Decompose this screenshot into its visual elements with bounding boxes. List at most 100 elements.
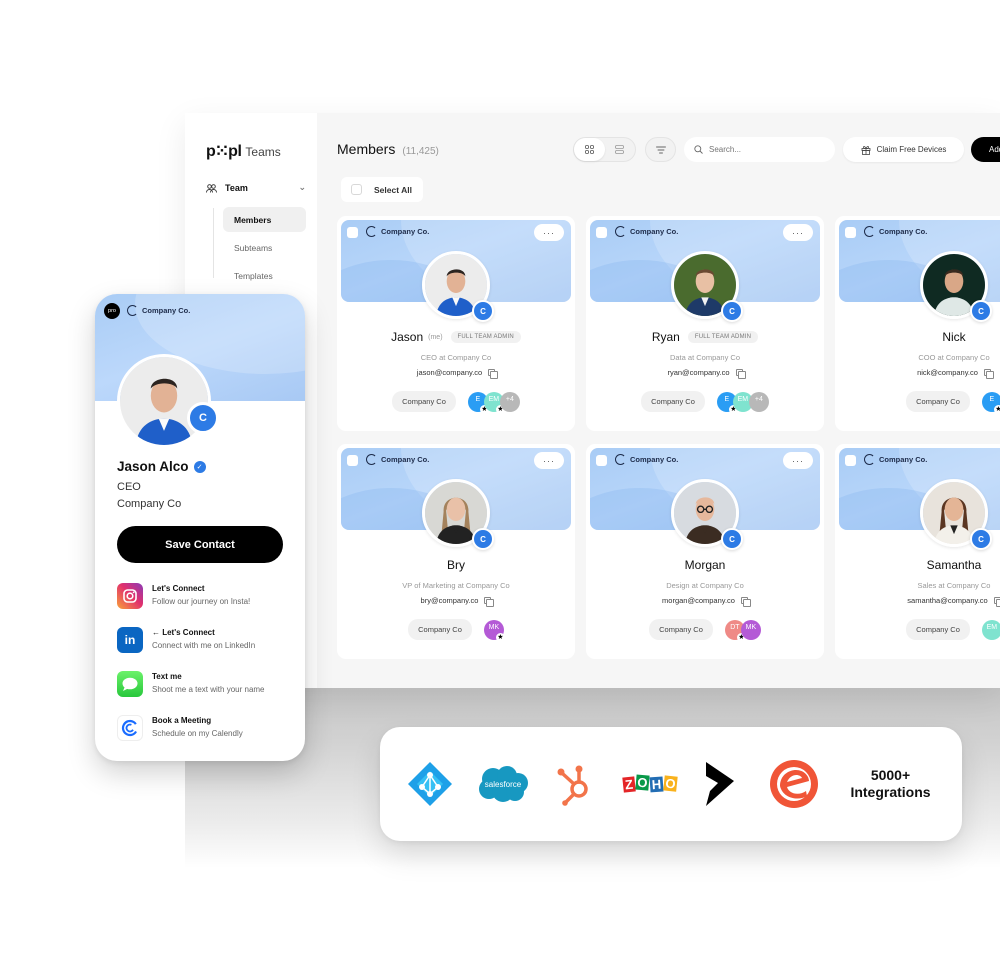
link-subtitle: Schedule on my Calendly — [152, 729, 243, 738]
team-avatar[interactable]: +4 — [499, 391, 520, 412]
member-card[interactable]: Company Co. ··· C Jason (me) FULL TEAM A… — [337, 216, 575, 431]
company-pill[interactable]: Company Co — [906, 619, 970, 640]
team-avatar-initials: EM — [986, 623, 998, 631]
link-title: Text me — [152, 672, 182, 681]
chevron-down-icon[interactable]: ⌄ — [298, 182, 306, 193]
team-avatar[interactable]: MK — [740, 619, 761, 640]
company-name: Company Co. — [381, 227, 430, 236]
copy-icon[interactable] — [488, 369, 499, 379]
team-avatar-initials: E — [475, 395, 481, 403]
copy-icon[interactable] — [983, 369, 994, 379]
team-avatar[interactable]: MK ★ — [483, 619, 505, 642]
member-email: jason@company.co — [416, 368, 483, 377]
company-logo-icon — [864, 226, 875, 237]
me-label: (me) — [428, 333, 443, 341]
sidebar-item-members[interactable]: Members — [223, 207, 306, 232]
azure-ad-icon — [406, 757, 454, 811]
sidebar-item-team[interactable]: Team ⌄ — [206, 182, 306, 193]
member-email: samantha@company.co — [907, 596, 988, 605]
company-badge-icon: C — [472, 300, 494, 322]
search-input[interactable] — [709, 145, 819, 154]
member-select-checkbox[interactable] — [596, 455, 607, 466]
sidebar-item-subteams[interactable]: Subteams — [223, 235, 306, 260]
link-subtitle: Follow our journey on Insta! — [152, 597, 251, 606]
member-title: CEO at Company Co — [420, 353, 492, 362]
select-all-label: Select All — [374, 184, 412, 195]
member-select-checkbox[interactable] — [845, 227, 856, 238]
claim-free-devices-button[interactable]: Claim Free Devices — [843, 137, 964, 162]
link-text-message[interactable]: Text me Shoot me a text with your name — [117, 671, 292, 701]
filter-icon — [655, 146, 666, 153]
svg-text:H: H — [651, 777, 661, 793]
team-avatar-initials: MK — [488, 623, 500, 631]
add-member-button[interactable]: Add — [971, 137, 1000, 162]
company-pill[interactable]: Company Co — [641, 391, 705, 412]
member-footer: Company Co EM — [835, 619, 1000, 640]
member-title: VP of Marketing at Company Co — [402, 581, 510, 590]
copy-icon[interactable] — [993, 597, 1000, 607]
company-pill[interactable]: Company Co — [408, 619, 472, 640]
member-card[interactable]: Company Co. C Samantha Sales at Company … — [835, 444, 1000, 659]
zoho-icon: Z O H O — [622, 757, 678, 811]
linkedin-icon: in — [117, 627, 143, 653]
company-tag: Company Co. — [366, 226, 429, 237]
link-title: Book a Meeting — [152, 716, 212, 725]
member-name-row: Nick — [835, 330, 1000, 344]
integrations-count: 5000+ Integrations — [843, 767, 938, 801]
company-name: Company Co. — [630, 455, 679, 464]
save-contact-button[interactable]: Save Contact — [117, 526, 283, 563]
member-select-checkbox[interactable] — [596, 227, 607, 238]
integrations-card: salesforce Z O H O 5000+ Integrations — [380, 727, 962, 841]
select-all-button[interactable]: Select All — [341, 177, 423, 202]
team-avatar-initials: MK — [745, 623, 757, 631]
company-tag: Company Co. — [615, 454, 678, 465]
team-avatar-initials: DT — [730, 623, 740, 631]
eventbrite-icon — [768, 757, 820, 811]
more-options-button[interactable]: ··· — [534, 224, 564, 241]
profile-photo — [117, 354, 211, 448]
member-card[interactable]: Company Co. ··· C Ryan FULL TEAM ADMIN D… — [586, 216, 824, 431]
pro-badge: pro — [104, 303, 120, 319]
member-select-checkbox[interactable] — [347, 227, 358, 238]
member-select-checkbox[interactable] — [347, 455, 358, 466]
company-logo-icon — [366, 454, 377, 465]
member-select-checkbox[interactable] — [845, 455, 856, 466]
select-all-checkbox[interactable] — [351, 184, 362, 195]
company-tag: Company Co. — [615, 226, 678, 237]
more-options-button[interactable]: ··· — [534, 452, 564, 469]
svg-text:salesforce: salesforce — [485, 780, 522, 789]
sidebar-item-templates[interactable]: Templates — [223, 263, 306, 288]
team-avatar[interactable]: +4 — [748, 391, 769, 412]
copy-icon[interactable] — [735, 369, 746, 379]
grid-view-button[interactable] — [574, 138, 605, 161]
team-avatar[interactable]: E ★ — [981, 391, 1000, 414]
copy-icon[interactable] — [740, 597, 751, 607]
link-linkedin[interactable]: in ← Let's Connect Connect with me on Li… — [117, 627, 292, 657]
link-title: ← Let's Connect — [152, 628, 215, 637]
more-options-button[interactable]: ··· — [783, 452, 813, 469]
link-subtitle: Connect with me on LinkedIn — [152, 641, 256, 650]
team-avatar[interactable]: EM — [981, 619, 1000, 640]
member-card[interactable]: Company Co. ··· C Bry VP of Marketing at… — [337, 444, 575, 659]
search-box — [684, 137, 835, 162]
company-pill[interactable]: Company Co — [649, 619, 713, 640]
list-icon — [615, 145, 625, 154]
member-name-row: Jason (me) FULL TEAM ADMIN — [337, 330, 575, 344]
team-avatar-initials: E — [989, 395, 995, 403]
member-email: morgan@company.co — [662, 596, 735, 605]
company-pill[interactable]: Company Co — [906, 391, 970, 412]
link-calendly[interactable]: Book a Meeting Schedule on my Calendly — [117, 715, 292, 745]
company-badge-icon: C — [472, 528, 494, 550]
member-email-row: ryan@company.co — [586, 368, 824, 379]
list-view-button[interactable] — [605, 138, 636, 161]
copy-icon[interactable] — [484, 597, 495, 607]
member-email-row: nick@company.co — [835, 368, 1000, 379]
filter-button[interactable] — [645, 137, 676, 162]
link-instagram[interactable]: Let's Connect Follow our journey on Inst… — [117, 583, 292, 613]
company-pill[interactable]: Company Co — [392, 391, 456, 412]
more-options-button[interactable]: ··· — [783, 224, 813, 241]
company-logo-icon — [366, 226, 377, 237]
member-card[interactable]: Company Co. ··· C Morgan Design at Compa… — [586, 444, 824, 659]
member-card[interactable]: Company Co. C Nick COO at Company Co nic… — [835, 216, 1000, 431]
integrations-count-number: 5000+ — [870, 767, 911, 783]
